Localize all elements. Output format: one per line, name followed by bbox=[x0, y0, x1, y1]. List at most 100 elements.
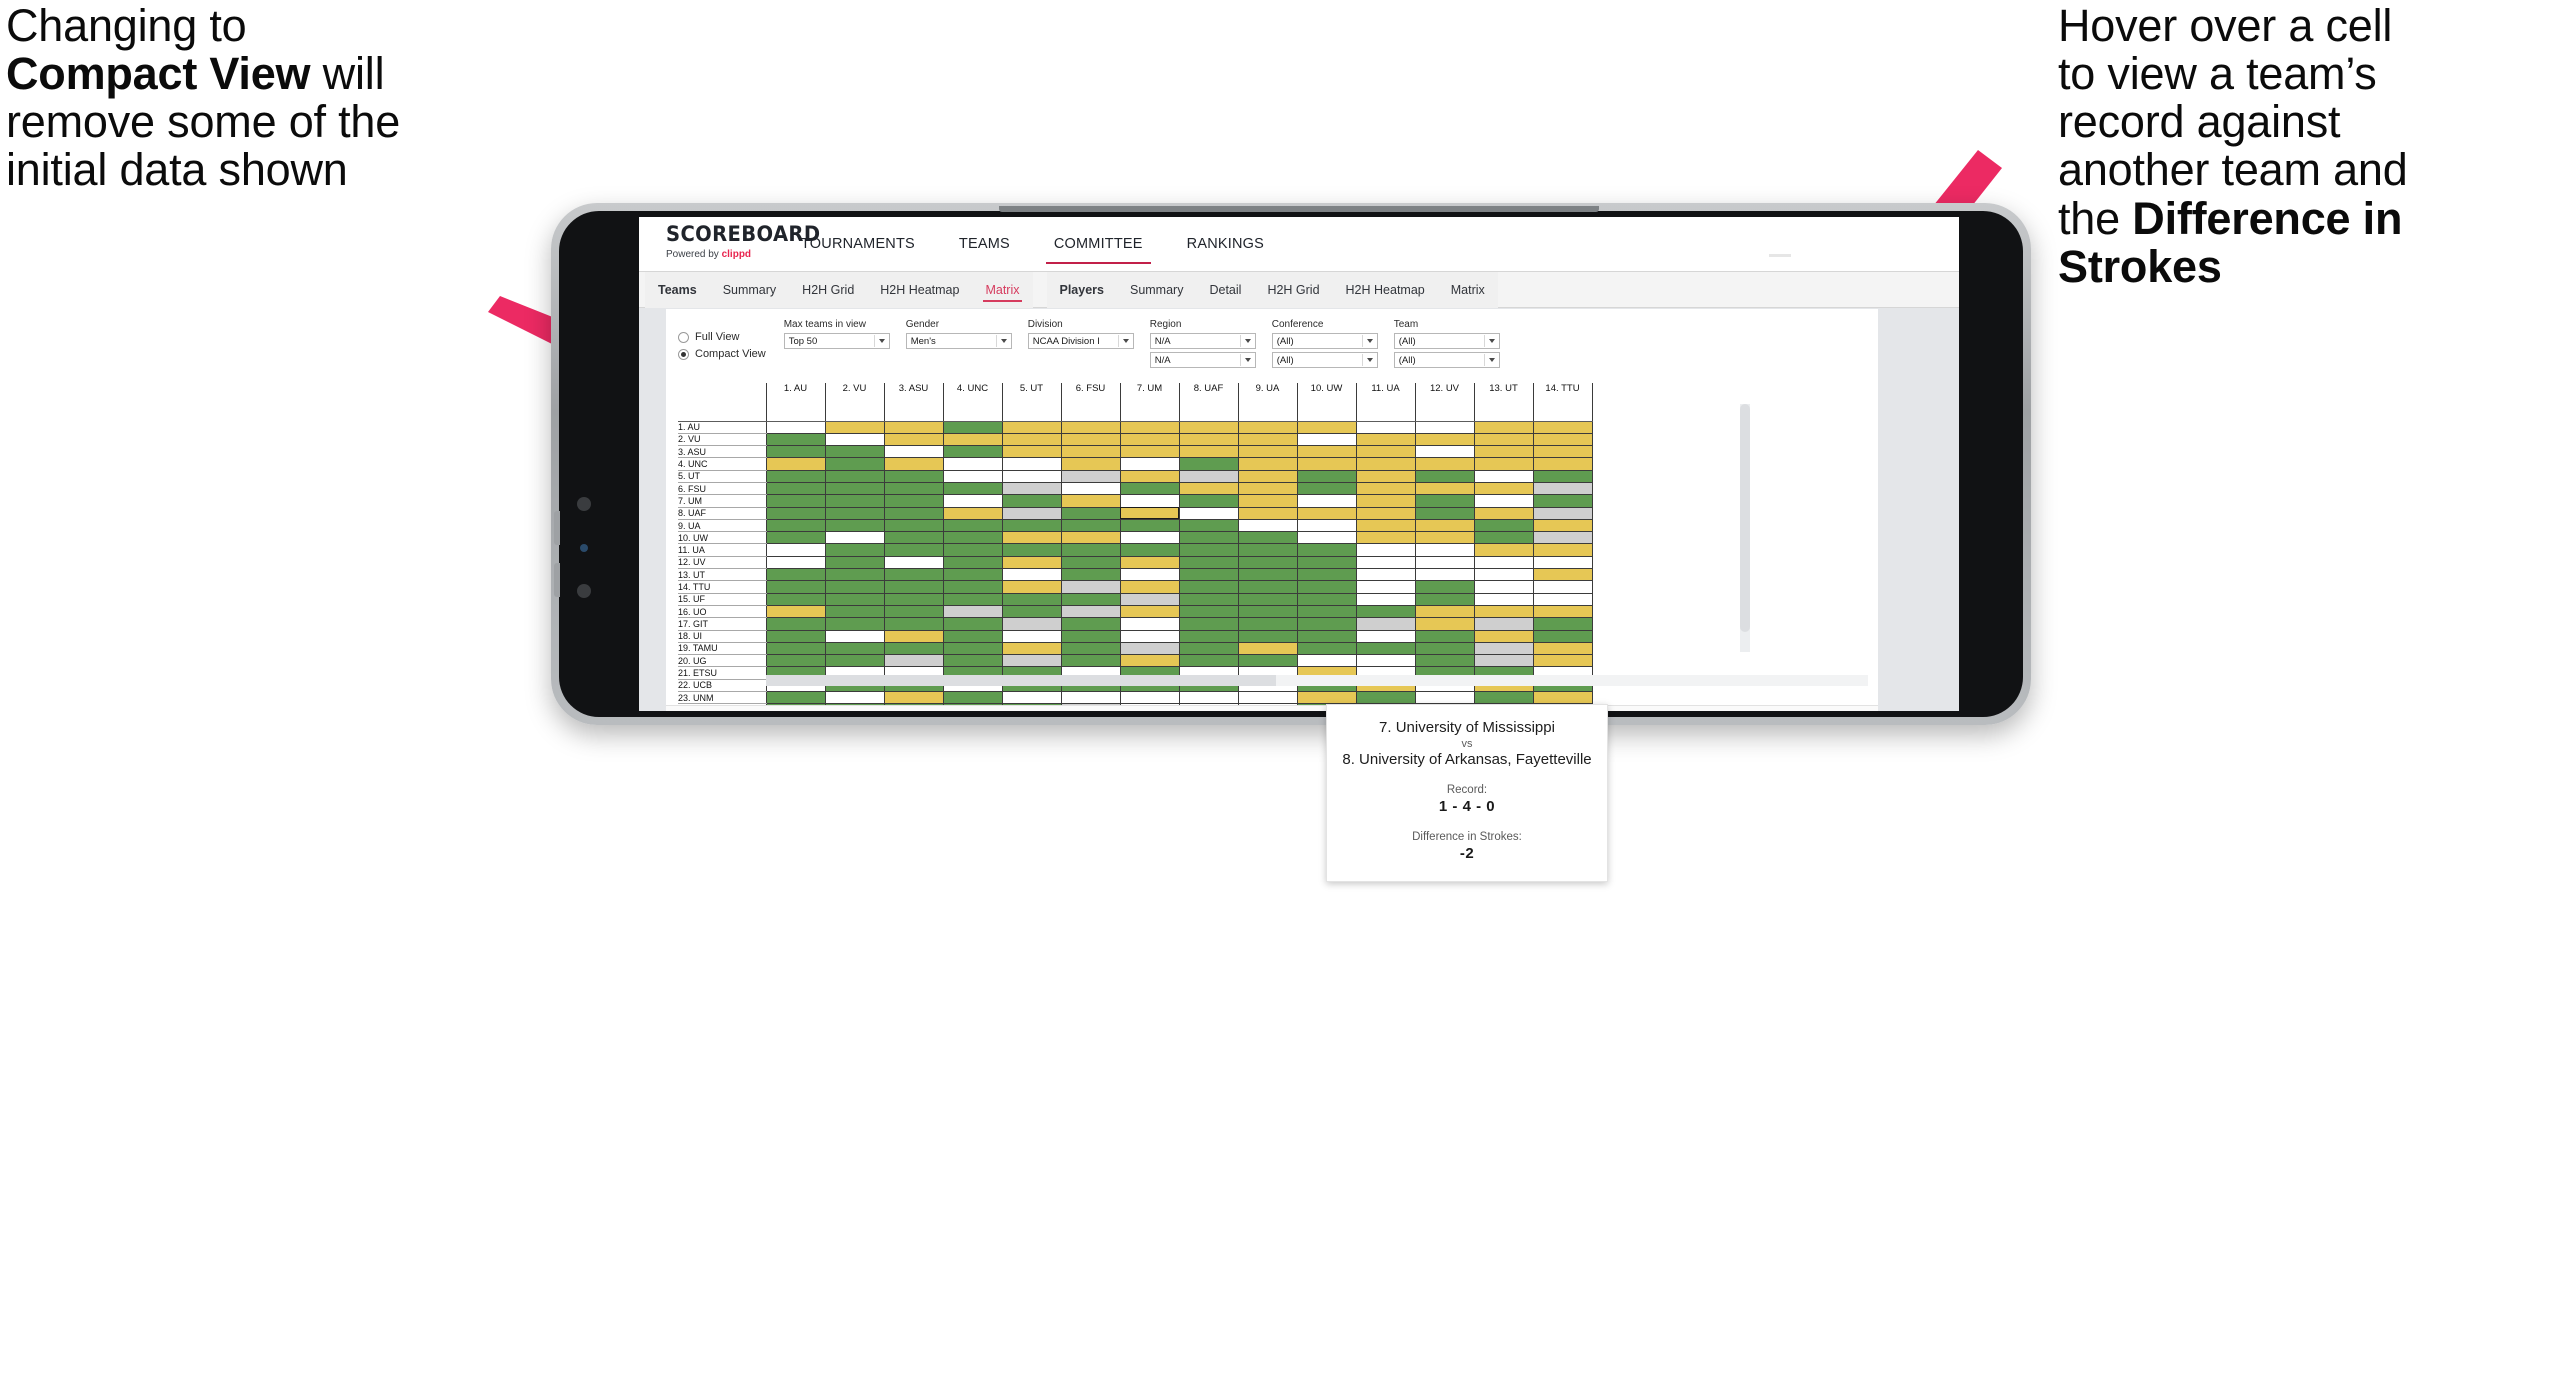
matrix-cell[interactable] bbox=[1120, 617, 1180, 631]
matrix-cell[interactable] bbox=[943, 494, 1003, 508]
matrix-cell[interactable] bbox=[1297, 482, 1357, 496]
matrix-cell[interactable] bbox=[1061, 642, 1121, 656]
matrix-cell[interactable] bbox=[1474, 421, 1534, 434]
matrix-cell[interactable] bbox=[766, 531, 826, 545]
matrix-cell[interactable] bbox=[1415, 617, 1475, 631]
matrix-cell[interactable] bbox=[1533, 482, 1593, 496]
matrix-cell[interactable] bbox=[1533, 470, 1593, 483]
matrix-cell[interactable] bbox=[943, 617, 1003, 631]
matrix-cell[interactable] bbox=[1002, 421, 1062, 434]
matrix-cell[interactable] bbox=[943, 543, 1003, 557]
matrix-cell[interactable] bbox=[1415, 433, 1475, 447]
matrix-cell[interactable] bbox=[884, 617, 944, 631]
matrix-cell[interactable] bbox=[1533, 457, 1593, 471]
matrix-cell[interactable] bbox=[1238, 519, 1298, 533]
matrix-cell[interactable] bbox=[1415, 654, 1475, 668]
matrix-cell[interactable] bbox=[766, 421, 826, 434]
matrix-cell[interactable] bbox=[766, 457, 826, 471]
matrix-cell[interactable] bbox=[884, 519, 944, 533]
matrix-cell[interactable] bbox=[1238, 421, 1298, 434]
matrix-cell[interactable] bbox=[1356, 457, 1416, 471]
matrix-cell[interactable] bbox=[1474, 568, 1534, 582]
filter-region-select-1[interactable]: N/A bbox=[1149, 333, 1256, 349]
matrix-cell[interactable] bbox=[1179, 445, 1239, 459]
matrix-cell[interactable] bbox=[1238, 507, 1298, 520]
matrix-cell[interactable] bbox=[1474, 433, 1534, 447]
matrix-cell[interactable] bbox=[1474, 617, 1534, 631]
matrix-cell[interactable] bbox=[884, 568, 944, 582]
matrix-cell[interactable] bbox=[1474, 556, 1534, 570]
matrix-cell[interactable] bbox=[1120, 691, 1180, 705]
matrix-cell[interactable] bbox=[1415, 642, 1475, 656]
matrix-cell[interactable] bbox=[766, 482, 826, 496]
matrix-cell[interactable] bbox=[1179, 507, 1239, 520]
matrix-cell[interactable] bbox=[884, 593, 944, 606]
matrix-cell[interactable] bbox=[766, 568, 826, 582]
matrix-cell[interactable] bbox=[1179, 470, 1239, 483]
matrix-cell[interactable] bbox=[1533, 556, 1593, 570]
subnav-teams-h2h-grid[interactable]: H2H Grid bbox=[789, 272, 867, 308]
matrix-cell[interactable] bbox=[884, 580, 944, 594]
matrix-cell[interactable] bbox=[1474, 543, 1534, 557]
matrix-cell[interactable] bbox=[1297, 543, 1357, 557]
matrix-cell[interactable] bbox=[1297, 691, 1357, 705]
matrix-cell[interactable] bbox=[884, 605, 944, 619]
matrix-cell[interactable] bbox=[943, 580, 1003, 594]
matrix-cell[interactable] bbox=[1356, 642, 1416, 656]
matrix-cell[interactable] bbox=[766, 642, 826, 656]
matrix-cell[interactable] bbox=[1297, 433, 1357, 447]
matrix-cell[interactable] bbox=[1415, 630, 1475, 643]
matrix-cell[interactable] bbox=[1179, 691, 1239, 705]
matrix-cell[interactable] bbox=[1120, 580, 1180, 594]
matrix-cell[interactable] bbox=[1061, 433, 1121, 447]
matrix-cell[interactable] bbox=[943, 445, 1003, 459]
matrix-cell[interactable] bbox=[1474, 470, 1534, 483]
matrix-cell[interactable] bbox=[825, 593, 885, 606]
matrix-cell[interactable] bbox=[1474, 445, 1534, 459]
matrix-cell[interactable] bbox=[1238, 654, 1298, 668]
matrix-cell[interactable] bbox=[884, 507, 944, 520]
matrix-cell[interactable] bbox=[943, 421, 1003, 434]
matrix-cell[interactable] bbox=[1238, 543, 1298, 557]
subnav-players-summary[interactable]: Summary bbox=[1117, 272, 1196, 308]
matrix-cell[interactable] bbox=[1120, 568, 1180, 582]
matrix-cell[interactable] bbox=[1179, 421, 1239, 434]
matrix-cell[interactable] bbox=[1002, 642, 1062, 656]
filter-max-teams-select[interactable]: Top 50 bbox=[783, 333, 890, 349]
matrix-cell[interactable] bbox=[1002, 519, 1062, 533]
matrix-cell[interactable] bbox=[1415, 580, 1475, 594]
matrix-cell[interactable] bbox=[1297, 593, 1357, 606]
matrix-cell[interactable] bbox=[943, 457, 1003, 471]
matrix-cell[interactable] bbox=[1061, 482, 1121, 496]
matrix-cell[interactable] bbox=[1238, 568, 1298, 582]
matrix-cell[interactable] bbox=[1238, 593, 1298, 606]
matrix-cell[interactable] bbox=[1238, 433, 1298, 447]
matrix-cell[interactable] bbox=[1533, 519, 1593, 533]
matrix-cell[interactable] bbox=[1356, 617, 1416, 631]
matrix-cell[interactable] bbox=[1533, 568, 1593, 582]
matrix-cell[interactable] bbox=[1356, 593, 1416, 606]
matrix-cell[interactable] bbox=[1297, 507, 1357, 520]
matrix-cell[interactable] bbox=[1002, 556, 1062, 570]
matrix-cell[interactable] bbox=[825, 654, 885, 668]
matrix-cell[interactable] bbox=[1002, 543, 1062, 557]
matrix-cell[interactable] bbox=[1061, 507, 1121, 520]
matrix-cell[interactable] bbox=[825, 445, 885, 459]
matrix-cell[interactable] bbox=[943, 605, 1003, 619]
matrix-cell[interactable] bbox=[943, 519, 1003, 533]
filter-team-select-1[interactable]: (All) bbox=[1393, 333, 1500, 349]
matrix-cell[interactable] bbox=[1474, 654, 1534, 668]
tablet-volume-up-button[interactable] bbox=[554, 511, 560, 545]
matrix-cell[interactable] bbox=[1002, 593, 1062, 606]
matrix-cell[interactable] bbox=[1238, 605, 1298, 619]
matrix-cell[interactable] bbox=[1238, 642, 1298, 656]
filter-conference-select-1[interactable]: (All) bbox=[1271, 333, 1378, 349]
matrix-cell[interactable] bbox=[884, 470, 944, 483]
matrix-cell[interactable] bbox=[1474, 605, 1534, 619]
matrix-horizontal-scroll-thumb[interactable] bbox=[766, 675, 1276, 686]
matrix-cell[interactable] bbox=[1415, 568, 1475, 582]
matrix-cell[interactable] bbox=[1356, 691, 1416, 705]
matrix-cell[interactable] bbox=[1120, 543, 1180, 557]
matrix-cell[interactable] bbox=[1474, 531, 1534, 545]
matrix-cell[interactable] bbox=[1120, 494, 1180, 508]
